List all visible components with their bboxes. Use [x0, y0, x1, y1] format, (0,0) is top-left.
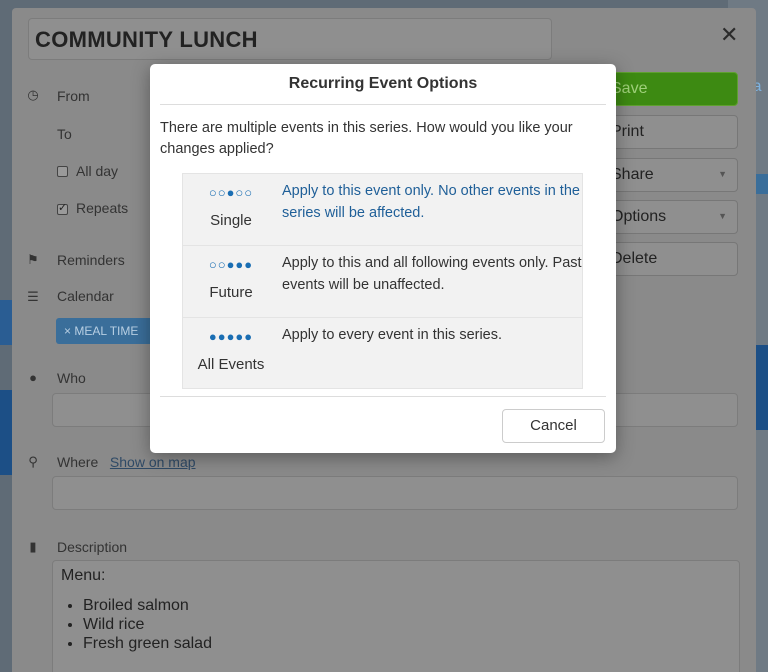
show-on-map-link[interactable]: Show on map — [110, 454, 196, 470]
all-day-checkbox[interactable] — [57, 166, 68, 177]
option-list: ○○●○○ Single Apply to this event only. N… — [182, 173, 583, 389]
repeats-label: Repeats — [76, 200, 129, 216]
clock-icon: ◷ — [27, 87, 39, 102]
list-item: Broiled salmon — [83, 597, 731, 615]
series-dots-icon: ●●●●● — [208, 329, 254, 344]
calendar-tag-label: MEAL TIME — [74, 324, 139, 338]
list-icon: ☰ — [27, 289, 39, 304]
person-icon: ● — [29, 370, 37, 385]
option-description: Apply to this and all following events o… — [282, 255, 582, 293]
dialog-title: Recurring Event Options — [288, 75, 478, 92]
repeats-checkbox[interactable] — [57, 201, 68, 215]
option-description: Apply to this event only. No other event… — [282, 183, 580, 221]
option-label: All Events — [197, 356, 265, 373]
cancel-button[interactable]: Cancel — [502, 409, 605, 443]
option-description: Apply to every event in this series. — [282, 327, 503, 343]
series-dots-icon: ○○●○○ — [208, 185, 254, 200]
calendar-tag[interactable]: × MEAL TIME — [56, 318, 156, 344]
menu-list: Broiled salmon Wild rice Fresh green sal… — [61, 597, 731, 653]
divider — [160, 396, 606, 397]
from-label: From — [57, 88, 90, 104]
option-future[interactable]: ○○●●● Future Apply to this and all follo… — [182, 245, 583, 317]
to-label: To — [57, 126, 72, 142]
chevron-down-icon: ▼ — [718, 211, 727, 221]
event-title-input[interactable]: COMMUNITY LUNCH — [28, 18, 552, 60]
calendar-label: Calendar — [57, 288, 114, 304]
bell-icon: ⚑ — [27, 252, 39, 267]
divider — [160, 104, 606, 105]
description-heading: Menu: — [61, 567, 106, 584]
reminders-label: Reminders — [57, 252, 125, 268]
recurring-event-dialog: Recurring Event Options There are multip… — [150, 64, 616, 453]
share-button[interactable]: Share ▼ — [600, 158, 738, 192]
close-icon[interactable]: ✕ — [720, 22, 738, 48]
dialog-message: There are multiple events in this series… — [160, 120, 573, 157]
list-item: Wild rice — [83, 616, 731, 634]
background-event-strip — [0, 300, 12, 345]
save-button[interactable]: Save — [600, 72, 738, 106]
document-icon: ▮ — [29, 539, 37, 554]
list-item: Fresh green salad — [83, 635, 731, 653]
all-day-label: All day — [76, 163, 119, 179]
options-button[interactable]: Options ▼ — [600, 200, 738, 234]
map-pin-icon: ⚲ — [28, 454, 38, 469]
where-input[interactable] — [52, 476, 738, 510]
description-label: Description — [57, 539, 128, 555]
where-label: Where Show on map — [57, 454, 196, 470]
option-label: Single — [210, 212, 252, 229]
chevron-down-icon: ▼ — [718, 169, 727, 179]
where-label-text: Where — [57, 454, 99, 470]
options-button-label: Options — [611, 208, 667, 225]
background-event-strip — [0, 390, 12, 475]
share-button-label: Share — [611, 166, 654, 183]
series-dots-icon: ○○●●● — [208, 257, 254, 272]
option-all-events[interactable]: ●●●●● All Events Apply to every event in… — [182, 317, 583, 389]
option-single[interactable]: ○○●○○ Single Apply to this event only. N… — [182, 173, 583, 245]
print-button[interactable]: Print — [600, 115, 738, 149]
who-label: Who — [57, 370, 86, 386]
option-label: Future — [209, 284, 253, 301]
description-textarea[interactable]: Menu: Broiled salmon Wild rice Fresh gre… — [52, 560, 740, 672]
delete-button[interactable]: Delete — [600, 242, 738, 276]
